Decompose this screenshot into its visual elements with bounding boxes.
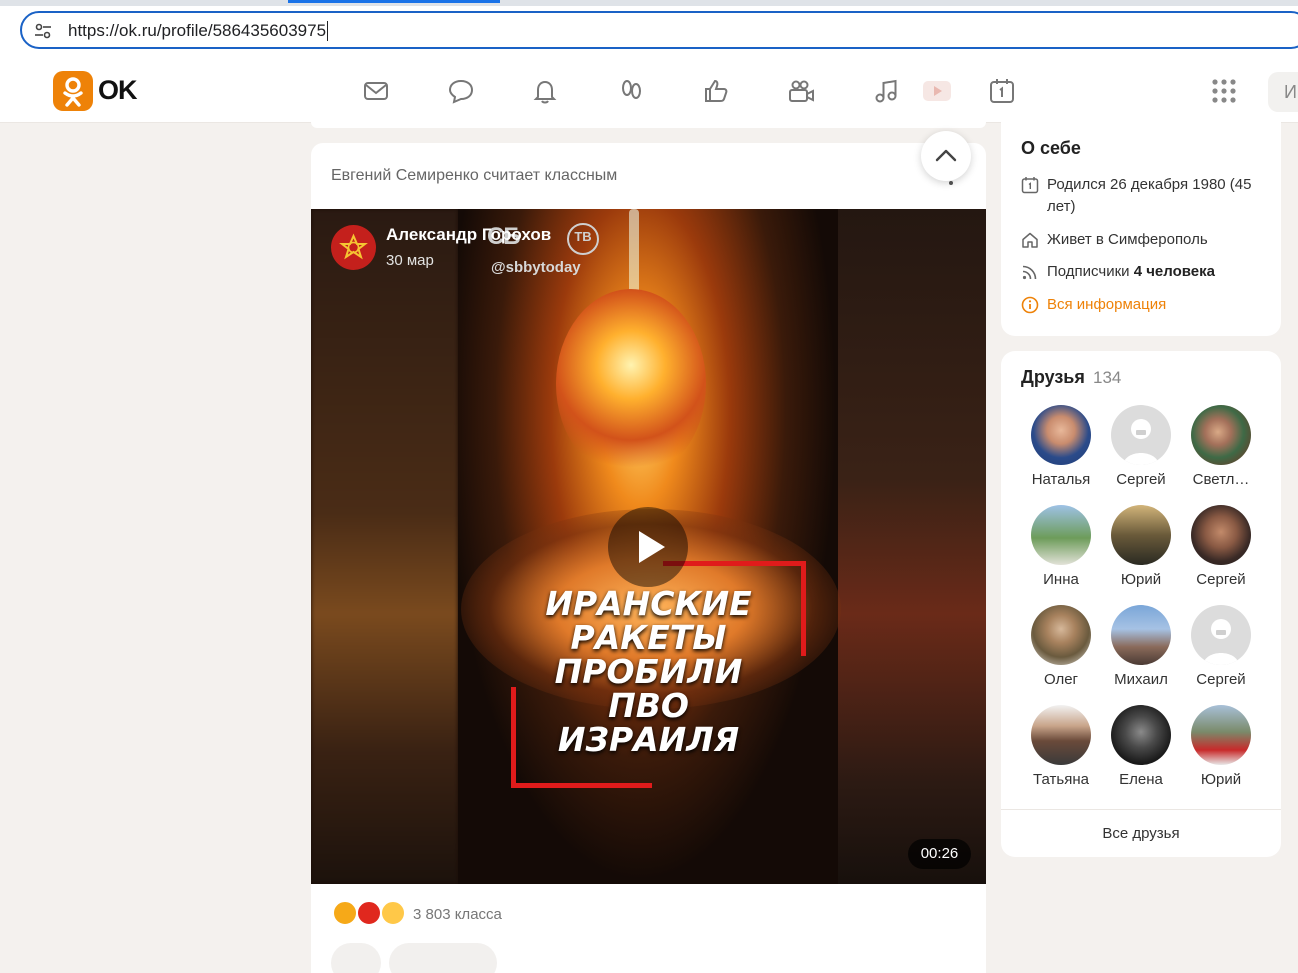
friend-item[interactable]: Сергей [1181, 605, 1261, 697]
about-card: О себе Родился 26 декабря 1980 (45 лет) … [1001, 122, 1281, 336]
logo-text[interactable]: OK [98, 75, 137, 106]
video-blur-right [838, 209, 986, 884]
bell-icon[interactable] [530, 76, 560, 106]
friends-count: 134 [1093, 368, 1122, 387]
site-header: OK И [0, 62, 1298, 123]
video-icon[interactable] [922, 76, 952, 106]
subscribers-label: Подписчики [1047, 263, 1130, 280]
friend-avatar[interactable] [1191, 605, 1251, 665]
share-button[interactable] [331, 943, 381, 973]
friend-name[interactable]: Олег [1021, 671, 1101, 688]
friend-item[interactable]: Юрий [1101, 505, 1181, 597]
explosion [556, 289, 706, 479]
post-menu-icon[interactable] [949, 181, 953, 185]
clap-reaction-icon [380, 900, 406, 926]
class-button[interactable] [389, 943, 497, 973]
video-headline: ИРАНСКИЕ РАКЕТЫ ПРОБИЛИ ПВО ИЗРАИЛЯ [545, 584, 752, 759]
friend-avatar[interactable] [1111, 605, 1171, 665]
rock-reaction-icon [356, 900, 382, 926]
friend-name[interactable]: Сергей [1101, 471, 1181, 488]
friend-avatar[interactable] [1191, 705, 1251, 765]
calendar-icon [1021, 176, 1039, 194]
friend-avatar[interactable] [1191, 405, 1251, 465]
video-duration: 00:26 [908, 839, 971, 869]
friend-name[interactable]: Юрий [1101, 571, 1181, 588]
friend-avatar[interactable] [1031, 405, 1091, 465]
previous-card-edge [311, 122, 986, 128]
scroll-top-button[interactable] [921, 131, 971, 181]
birthday-text: Родился 26 декабря 1980 (45 лет) [1047, 176, 1252, 215]
friend-avatar[interactable] [1111, 405, 1171, 465]
rss-icon [1021, 263, 1039, 281]
friend-avatar[interactable] [1191, 505, 1251, 565]
friend-name[interactable]: Елена [1101, 771, 1181, 788]
browser-toolbar: https://ok.ru/profile/586435603975 [0, 6, 1298, 63]
site-settings-icon[interactable] [34, 22, 52, 40]
home-icon [1021, 231, 1039, 249]
chat-icon[interactable] [446, 76, 476, 106]
like-icon[interactable] [701, 76, 731, 106]
subscribers-value[interactable]: 4 человека [1134, 263, 1215, 280]
friend-name[interactable]: Михаил [1101, 671, 1181, 688]
friend-item[interactable]: Елена [1101, 705, 1181, 797]
watermark-tv-badge: ТВ [567, 223, 599, 255]
divider [1001, 809, 1281, 810]
all-info-text[interactable]: Вся информация [1047, 294, 1277, 316]
friend-name[interactable]: Инна [1021, 571, 1101, 588]
friend-name[interactable]: Наталья [1021, 471, 1101, 488]
mail-icon[interactable] [361, 76, 391, 106]
friend-item[interactable]: Инна [1021, 505, 1101, 597]
friend-name[interactable]: Сергей [1181, 671, 1261, 688]
all-friends-link[interactable]: Все друзья [1001, 825, 1281, 842]
search-input[interactable]: И [1268, 72, 1298, 112]
address-bar[interactable]: https://ok.ru/profile/586435603975 [20, 11, 1298, 49]
reactions-count[interactable]: 3 803 класса [413, 906, 502, 923]
watermark-handle: @sbbytoday [491, 259, 581, 276]
camera-icon[interactable] [786, 76, 816, 106]
active-tab-indicator[interactable] [288, 0, 500, 3]
friend-name[interactable]: Татьяна [1021, 771, 1101, 788]
friends-card: Друзья 134 Наталья Сергей Светл… Инна Юр… [1001, 351, 1281, 857]
friend-avatar[interactable] [1031, 605, 1091, 665]
music-icon[interactable] [871, 76, 901, 106]
friend-item[interactable]: Светл… [1181, 405, 1261, 497]
author-avatar[interactable] [331, 225, 376, 270]
video-blur-left [311, 209, 458, 884]
friend-item[interactable]: Юрий [1181, 705, 1261, 797]
friend-avatar[interactable] [1111, 705, 1171, 765]
subscribers-text: Подписчики 4 человека [1047, 261, 1277, 283]
about-title: О себе [1021, 138, 1081, 158]
all-info-link[interactable]: Вся информация [1021, 294, 1271, 316]
friend-avatar[interactable] [1031, 705, 1091, 765]
post-context[interactable]: Евгений Семиренко считает классным [331, 167, 617, 185]
calendar-icon[interactable] [987, 76, 1017, 106]
apps-grid-icon[interactable] [1211, 78, 1237, 104]
friend-item[interactable]: Татьяна [1021, 705, 1101, 797]
play-button[interactable] [608, 507, 688, 587]
friend-item[interactable]: Михаил [1101, 605, 1181, 697]
info-icon [1021, 296, 1039, 314]
friend-name[interactable]: Сергей [1181, 571, 1261, 588]
like-reaction-icon [332, 900, 358, 926]
location-row: Живет в Симферополь [1021, 229, 1271, 251]
address-url[interactable]: https://ok.ru/profile/586435603975 [68, 21, 329, 41]
friend-item[interactable]: Наталья [1021, 405, 1101, 497]
feed-post: Евгений Семиренко считает классным ИРАНС… [311, 143, 986, 973]
friend-item[interactable]: Олег [1021, 605, 1101, 697]
ok-logo-icon[interactable] [53, 71, 93, 111]
post-date[interactable]: 30 мар [386, 252, 434, 269]
friends-title[interactable]: Друзья [1021, 367, 1085, 388]
friend-name[interactable]: Юрий [1181, 771, 1261, 788]
location-text: Живет в Симферополь [1047, 231, 1208, 248]
friend-avatar[interactable] [1111, 505, 1171, 565]
friend-avatar[interactable] [1031, 505, 1091, 565]
author-name[interactable]: Александр Горохов [386, 225, 551, 245]
friend-item[interactable]: Сергей [1181, 505, 1261, 597]
video-player[interactable]: ИРАНСКИЕ РАКЕТЫ ПРОБИЛИ ПВО ИЗРАИЛЯ СБ Т… [311, 209, 986, 884]
friend-name[interactable]: Светл… [1181, 471, 1261, 488]
birthday-row: Родился 26 декабря 1980 (45 лет) [1021, 174, 1271, 218]
subscribers-row[interactable]: Подписчики 4 человека [1021, 261, 1271, 283]
friend-item[interactable]: Сергей [1101, 405, 1181, 497]
guests-icon[interactable] [616, 76, 646, 106]
